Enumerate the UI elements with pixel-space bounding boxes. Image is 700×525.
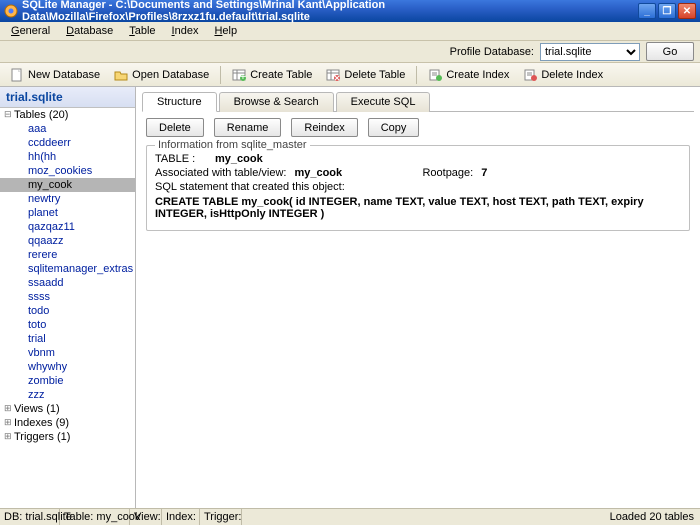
tree-item-table[interactable]: moz_cookies — [0, 164, 135, 178]
menu-table[interactable]: Table — [122, 24, 162, 38]
tree-category-triggers[interactable]: Triggers (1) — [0, 430, 135, 444]
db-tree[interactable]: Tables (20)aaaccddeerrhh(hhmoz_cookiesmy… — [0, 108, 135, 508]
tab-structure[interactable]: Structure — [142, 92, 217, 112]
fieldset-legend: Information from sqlite_master — [155, 139, 310, 151]
title-bar: SQLite Manager - C:\Documents and Settin… — [0, 0, 700, 22]
tree-item-table[interactable]: newtry — [0, 192, 135, 206]
table-label: TABLE : — [155, 153, 207, 165]
toolbar-separator — [220, 66, 221, 84]
tree-category-tables[interactable]: Tables (20) — [0, 108, 135, 122]
go-button[interactable]: Go — [646, 42, 694, 61]
reindex-button[interactable]: Reindex — [291, 118, 357, 137]
open-database-button[interactable]: Open Database — [108, 66, 215, 84]
tree-item-table[interactable]: trial — [0, 332, 135, 346]
assoc-value: my_cook — [294, 167, 384, 179]
status-view: View: — [130, 509, 162, 525]
new-database-icon — [10, 68, 24, 82]
close-button[interactable]: ✕ — [678, 3, 696, 19]
tree-item-table[interactable]: aaa — [0, 122, 135, 136]
rootpage-value: 7 — [481, 167, 487, 179]
assoc-label: Associated with table/view: — [155, 167, 286, 179]
status-loaded: Loaded 20 tables — [604, 511, 700, 523]
open-database-icon — [114, 68, 128, 82]
window-title: SQLite Manager - C:\Documents and Settin… — [22, 0, 638, 23]
profile-db-label: Profile Database: — [450, 46, 534, 58]
create-sql: CREATE TABLE my_cook( id INTEGER, name T… — [155, 196, 681, 220]
delete-table-button[interactable]: Delete Table — [320, 66, 411, 84]
toolbar: New Database Open Database + Create Tabl… — [0, 63, 700, 87]
tree-item-table[interactable]: zombie — [0, 374, 135, 388]
tab-browse-search[interactable]: Browse & Search — [219, 92, 334, 112]
content-panel: Structure Browse & Search Execute SQL De… — [136, 87, 700, 508]
tree-item-table[interactable]: hh(hh — [0, 150, 135, 164]
menu-database[interactable]: Database — [59, 24, 120, 38]
status-index: Index: — [162, 509, 200, 525]
menu-index[interactable]: Index — [165, 24, 206, 38]
profile-bar: Profile Database: trial.sqlite Go — [0, 41, 700, 63]
create-table-button[interactable]: + Create Table — [226, 66, 318, 84]
copy-button[interactable]: Copy — [368, 118, 420, 137]
tab-bar: Structure Browse & Search Execute SQL — [142, 91, 694, 112]
menu-general[interactable]: General — [4, 24, 57, 38]
tree-category-views[interactable]: Views (1) — [0, 402, 135, 416]
sql-stmt-label: SQL statement that created this object: — [155, 181, 345, 193]
create-index-button[interactable]: Create Index — [422, 66, 515, 84]
tree-item-table[interactable]: ccddeerr — [0, 136, 135, 150]
create-table-icon: + — [232, 68, 246, 82]
rename-button[interactable]: Rename — [214, 118, 282, 137]
status-trigger: Trigger: — [200, 509, 242, 525]
status-table: Table: my_cook — [60, 509, 130, 525]
tree-category-indexes[interactable]: Indexes (9) — [0, 416, 135, 430]
delete-table-icon — [326, 68, 340, 82]
rootpage-label: Rootpage: — [422, 167, 473, 179]
delete-index-button[interactable]: Delete Index — [517, 66, 609, 84]
profile-db-select[interactable]: trial.sqlite — [540, 43, 640, 61]
menu-help[interactable]: Help — [207, 24, 244, 38]
tree-item-table[interactable]: zzz — [0, 388, 135, 402]
delete-button[interactable]: Delete — [146, 118, 204, 137]
tree-item-table[interactable]: whywhy — [0, 360, 135, 374]
tree-item-table[interactable]: my_cook — [0, 178, 135, 192]
tree-item-table[interactable]: qazqaz11 — [0, 220, 135, 234]
table-name-value: my_cook — [215, 153, 263, 165]
tree-item-table[interactable]: todo — [0, 304, 135, 318]
delete-index-icon — [523, 68, 537, 82]
maximize-button[interactable]: ❐ — [658, 3, 676, 19]
tree-item-table[interactable]: sqlitemanager_extras — [0, 262, 135, 276]
create-index-icon — [428, 68, 442, 82]
toolbar-separator — [416, 66, 417, 84]
tab-execute-sql[interactable]: Execute SQL — [336, 92, 431, 112]
app-icon — [4, 4, 18, 18]
tree-item-table[interactable]: qqaazz — [0, 234, 135, 248]
tree-item-table[interactable]: ssaadd — [0, 276, 135, 290]
tree-item-table[interactable]: rerere — [0, 248, 135, 262]
new-database-button[interactable]: New Database — [4, 66, 106, 84]
status-bar: DB: trial.sqlite Table: my_cook View: In… — [0, 508, 700, 525]
sidebar-header: trial.sqlite — [0, 87, 135, 108]
tree-item-table[interactable]: ssss — [0, 290, 135, 304]
minimize-button[interactable]: _ — [638, 3, 656, 19]
tree-item-table[interactable]: vbnm — [0, 346, 135, 360]
status-db: DB: trial.sqlite — [0, 509, 60, 525]
sqlite-master-info: Information from sqlite_master TABLE : m… — [146, 145, 690, 231]
tree-item-table[interactable]: planet — [0, 206, 135, 220]
svg-text:+: + — [240, 71, 246, 82]
sidebar: trial.sqlite Tables (20)aaaccddeerrhh(hh… — [0, 87, 136, 508]
tree-item-table[interactable]: toto — [0, 318, 135, 332]
menu-bar: General Database Table Index Help — [0, 22, 700, 41]
main-area: trial.sqlite Tables (20)aaaccddeerrhh(hh… — [0, 87, 700, 508]
